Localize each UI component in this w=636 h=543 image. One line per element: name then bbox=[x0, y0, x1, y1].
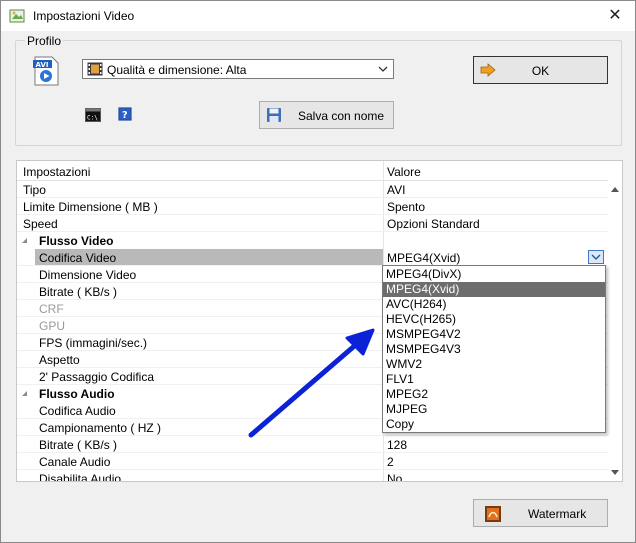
command-prompt-icon[interactable]: C:\ bbox=[85, 108, 101, 122]
header-value: Valore bbox=[387, 165, 421, 179]
app-icon bbox=[9, 9, 25, 23]
watermark-button[interactable]: Watermark bbox=[473, 499, 608, 527]
video-settings-window: Impostazioni Video ✕ Profilo AVI Qualità… bbox=[0, 0, 636, 543]
grid-scrollbar[interactable] bbox=[608, 181, 622, 481]
codec-option[interactable]: MPEG2 bbox=[383, 387, 605, 402]
codec-option[interactable]: AVC(H264) bbox=[383, 297, 605, 312]
profile-combobox[interactable]: Qualità e dimensione: Alta bbox=[82, 59, 394, 79]
save-as-button[interactable]: Salva con nome bbox=[259, 101, 394, 129]
codec-option[interactable]: MSMPEG4V3 bbox=[383, 342, 605, 357]
help-icon[interactable]: ? bbox=[117, 107, 133, 121]
save-as-label: Salva con nome bbox=[298, 109, 385, 123]
codec-option-selected[interactable]: MPEG4(Xvid) bbox=[383, 282, 605, 297]
ok-button[interactable]: OK bbox=[473, 56, 608, 84]
grid-row-tipo[interactable]: Tipo AVI bbox=[17, 181, 608, 198]
svg-text:?: ? bbox=[122, 110, 128, 121]
title-bar: Impostazioni Video ✕ bbox=[1, 1, 635, 31]
chevron-down-icon bbox=[591, 254, 601, 260]
codec-option[interactable]: MPEG4(DivX) bbox=[383, 267, 605, 282]
grid-row-speed[interactable]: Speed Opzioni Standard bbox=[17, 215, 608, 232]
grid-row-disable-audio[interactable]: Disabilita Audio No bbox=[17, 470, 608, 481]
grid-row-audio-channel[interactable]: Canale Audio 2 bbox=[17, 453, 608, 470]
profile-selected-value: Qualità e dimensione: Alta bbox=[107, 63, 247, 77]
watermark-label: Watermark bbox=[528, 507, 587, 521]
codec-option[interactable]: WMV2 bbox=[383, 357, 605, 372]
ok-button-label: OK bbox=[531, 64, 550, 78]
collapse-triangle-icon[interactable] bbox=[21, 390, 28, 397]
close-button[interactable]: ✕ bbox=[595, 1, 635, 31]
codec-option[interactable]: MSMPEG4V2 bbox=[383, 327, 605, 342]
header-settings: Impostazioni bbox=[23, 165, 91, 179]
chevron-down-icon bbox=[378, 66, 388, 72]
grid-row-size-limit[interactable]: Limite Dimensione ( MB ) Spento bbox=[17, 198, 608, 215]
codec-dropdown-button[interactable] bbox=[588, 250, 604, 264]
window-title: Impostazioni Video bbox=[33, 9, 135, 23]
watermark-icon bbox=[485, 506, 501, 522]
grid-category-video[interactable]: Flusso Video bbox=[17, 232, 608, 249]
scroll-down-icon[interactable] bbox=[610, 469, 620, 477]
svg-text:C:\: C:\ bbox=[87, 115, 98, 122]
save-icon bbox=[267, 108, 281, 122]
codec-dropdown-list[interactable]: MPEG4(DivX) MPEG4(Xvid) AVC(H264) HEVC(H… bbox=[382, 265, 606, 433]
codec-option[interactable]: MJPEG bbox=[383, 402, 605, 417]
grid-header: Impostazioni Valore bbox=[17, 161, 608, 181]
avi-file-icon: AVI bbox=[33, 56, 59, 86]
svg-text:AVI: AVI bbox=[36, 61, 49, 69]
codec-option[interactable]: HEVC(H265) bbox=[383, 312, 605, 327]
codec-option[interactable]: FLV1 bbox=[383, 372, 605, 387]
profile-group-label: Profilo bbox=[25, 34, 64, 48]
grid-row-video-codec[interactable]: Codifica Video MPEG4(Xvid) bbox=[17, 249, 608, 266]
film-icon bbox=[87, 62, 103, 76]
collapse-triangle-icon[interactable] bbox=[21, 237, 28, 244]
close-icon: ✕ bbox=[608, 7, 622, 24]
grid-row-audio-bitrate[interactable]: Bitrate ( KB/s ) 128 bbox=[17, 436, 608, 453]
codec-option[interactable]: Copy bbox=[383, 417, 605, 432]
scroll-up-icon[interactable] bbox=[610, 185, 620, 193]
